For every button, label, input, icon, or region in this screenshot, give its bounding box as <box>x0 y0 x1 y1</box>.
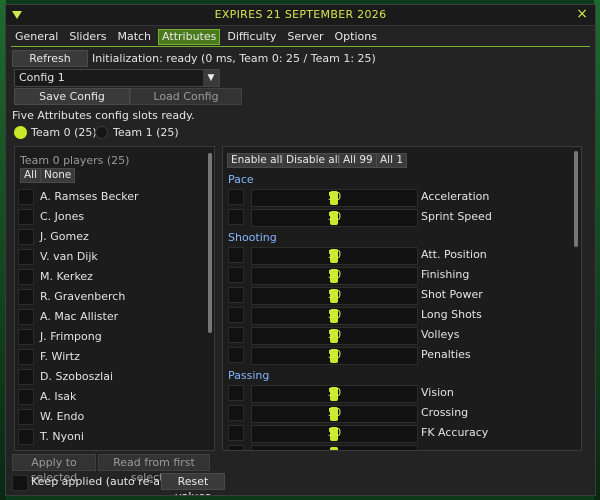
select-all-button[interactable]: All <box>20 168 42 183</box>
config-select[interactable]: Config 1 ▼ <box>14 69 220 87</box>
tab-difficulty[interactable]: Difficulty <box>223 29 280 45</box>
attr-slider[interactable]: 50 <box>251 209 418 227</box>
attr-checkbox[interactable] <box>228 445 244 450</box>
attr-row-att-position: 50 Att. Position <box>228 247 573 265</box>
apply-to-selected-button[interactable]: Apply to selected <box>12 454 96 484</box>
tab-underline <box>11 46 590 47</box>
all-99-button[interactable]: All 99 <box>339 153 377 168</box>
keep-applied-checkbox[interactable] <box>12 475 28 491</box>
attr-checkbox[interactable] <box>228 347 244 363</box>
config-status: Five Attributes config slots ready. <box>12 109 195 122</box>
attr-checkbox[interactable] <box>228 287 244 303</box>
init-status: Initialization: ready (0 ms, Team 0: 25 … <box>92 52 376 65</box>
player-checkbox[interactable] <box>18 369 34 385</box>
section-shooting: Shooting <box>228 231 277 244</box>
attr-checkbox[interactable] <box>228 189 244 205</box>
team0-label: Team 0 (25) <box>31 126 97 139</box>
load-config-button[interactable]: Load Config <box>130 88 242 105</box>
main-window: EXPIRES 21 SEPTEMBER 2026 × General Slid… <box>5 4 596 496</box>
reset-values-button[interactable]: Reset values <box>161 473 225 495</box>
attr-checkbox[interactable] <box>228 385 244 401</box>
select-none-button[interactable]: None <box>40 168 76 183</box>
config-select-value: Config 1 <box>19 71 65 84</box>
attr-slider[interactable]: 50 <box>251 267 418 285</box>
attr-row-finishing: 50 Finishing <box>228 267 573 285</box>
enable-all-button[interactable]: Enable all <box>227 153 287 168</box>
attr-row-volleys: 50 Volleys <box>228 327 573 345</box>
player-checkbox[interactable] <box>18 249 34 265</box>
player-checkbox[interactable] <box>18 229 34 245</box>
tab-attributes[interactable]: Attributes <box>158 29 221 45</box>
player-checkbox[interactable] <box>18 409 34 425</box>
section-pace: Pace <box>228 173 254 186</box>
attr-row-long-shots: 50 Long Shots <box>228 307 573 325</box>
attr-row-shot-power: 50 Shot Power <box>228 287 573 305</box>
tab-options[interactable]: Options <box>331 29 381 45</box>
window-title: EXPIRES 21 SEPTEMBER 2026 <box>214 8 387 21</box>
player-checkbox[interactable] <box>18 309 34 325</box>
attr-checkbox[interactable] <box>228 247 244 263</box>
player-checkbox[interactable] <box>18 209 34 225</box>
attr-slider[interactable]: 50 <box>251 425 418 443</box>
attr-slider[interactable]: 50 <box>251 405 418 423</box>
attr-checkbox[interactable] <box>228 405 244 421</box>
attr-row-penalties: 50 Penalties <box>228 347 573 365</box>
attr-row-partial <box>228 445 573 450</box>
save-config-button[interactable]: Save Config <box>14 88 130 105</box>
team1-radio[interactable] <box>95 126 108 139</box>
tab-sliders[interactable]: Sliders <box>65 29 110 45</box>
attr-checkbox[interactable] <box>228 425 244 441</box>
attr-slider[interactable]: 50 <box>251 189 418 207</box>
player-checkbox[interactable] <box>18 289 34 305</box>
section-passing: Passing <box>228 369 270 382</box>
player-checkbox[interactable] <box>18 189 34 205</box>
player-checkbox[interactable] <box>18 329 34 345</box>
all-1-button[interactable]: All 1 <box>376 153 408 168</box>
attr-checkbox[interactable] <box>228 307 244 323</box>
slider-knob[interactable] <box>330 447 338 450</box>
attr-slider[interactable]: 50 <box>251 287 418 305</box>
dropdown-arrow-icon[interactable]: ▼ <box>203 70 219 86</box>
title-bar[interactable]: EXPIRES 21 SEPTEMBER 2026 × <box>6 5 595 26</box>
team0-radio[interactable] <box>14 126 27 139</box>
players-header: Team 0 players (25) <box>20 154 130 167</box>
attributes-panel: Enable all Disable all All 99 All 1 Pace… <box>222 146 582 451</box>
attr-slider[interactable]: 50 <box>251 385 418 403</box>
disable-all-button[interactable]: Disable all <box>282 153 345 168</box>
attr-row-vision: 50 Vision <box>228 385 573 403</box>
player-checkbox[interactable] <box>18 349 34 365</box>
player-checkbox[interactable] <box>18 389 34 405</box>
players-scrollbar[interactable] <box>208 153 212 333</box>
attr-slider[interactable]: 50 <box>251 347 418 365</box>
attr-checkbox[interactable] <box>228 267 244 283</box>
tab-general[interactable]: General <box>11 29 62 45</box>
attr-slider[interactable]: 50 <box>251 307 418 325</box>
player-checkbox[interactable] <box>18 429 34 445</box>
attr-row-crossing: 50 Crossing <box>228 405 573 423</box>
attr-row-sprint-speed: 50 Sprint Speed <box>228 209 573 227</box>
attr-row-fk-accuracy: 50 FK Accuracy <box>228 425 573 443</box>
attr-checkbox[interactable] <box>228 209 244 225</box>
read-from-first-selected-button[interactable]: Read from first selected <box>98 454 210 484</box>
players-panel: Team 0 players (25) All None A. Ramses B… <box>14 146 215 451</box>
attr-slider[interactable]: 50 <box>251 327 418 345</box>
refresh-players-button[interactable]: Refresh players <box>12 50 88 80</box>
attr-slider[interactable]: 50 <box>251 247 418 265</box>
tab-server[interactable]: Server <box>283 29 327 45</box>
team1-label: Team 1 (25) <box>113 126 179 139</box>
attr-checkbox[interactable] <box>228 327 244 343</box>
attributes-scrollbar[interactable] <box>574 151 578 247</box>
player-checkbox[interactable] <box>18 269 34 285</box>
tab-match[interactable]: Match <box>113 29 155 45</box>
attr-row-acceleration: 50 Acceleration <box>228 189 573 207</box>
close-icon[interactable]: × <box>576 6 588 22</box>
attr-slider[interactable] <box>251 445 418 450</box>
tab-bar: General Sliders Match Attributes Difficu… <box>11 29 381 45</box>
